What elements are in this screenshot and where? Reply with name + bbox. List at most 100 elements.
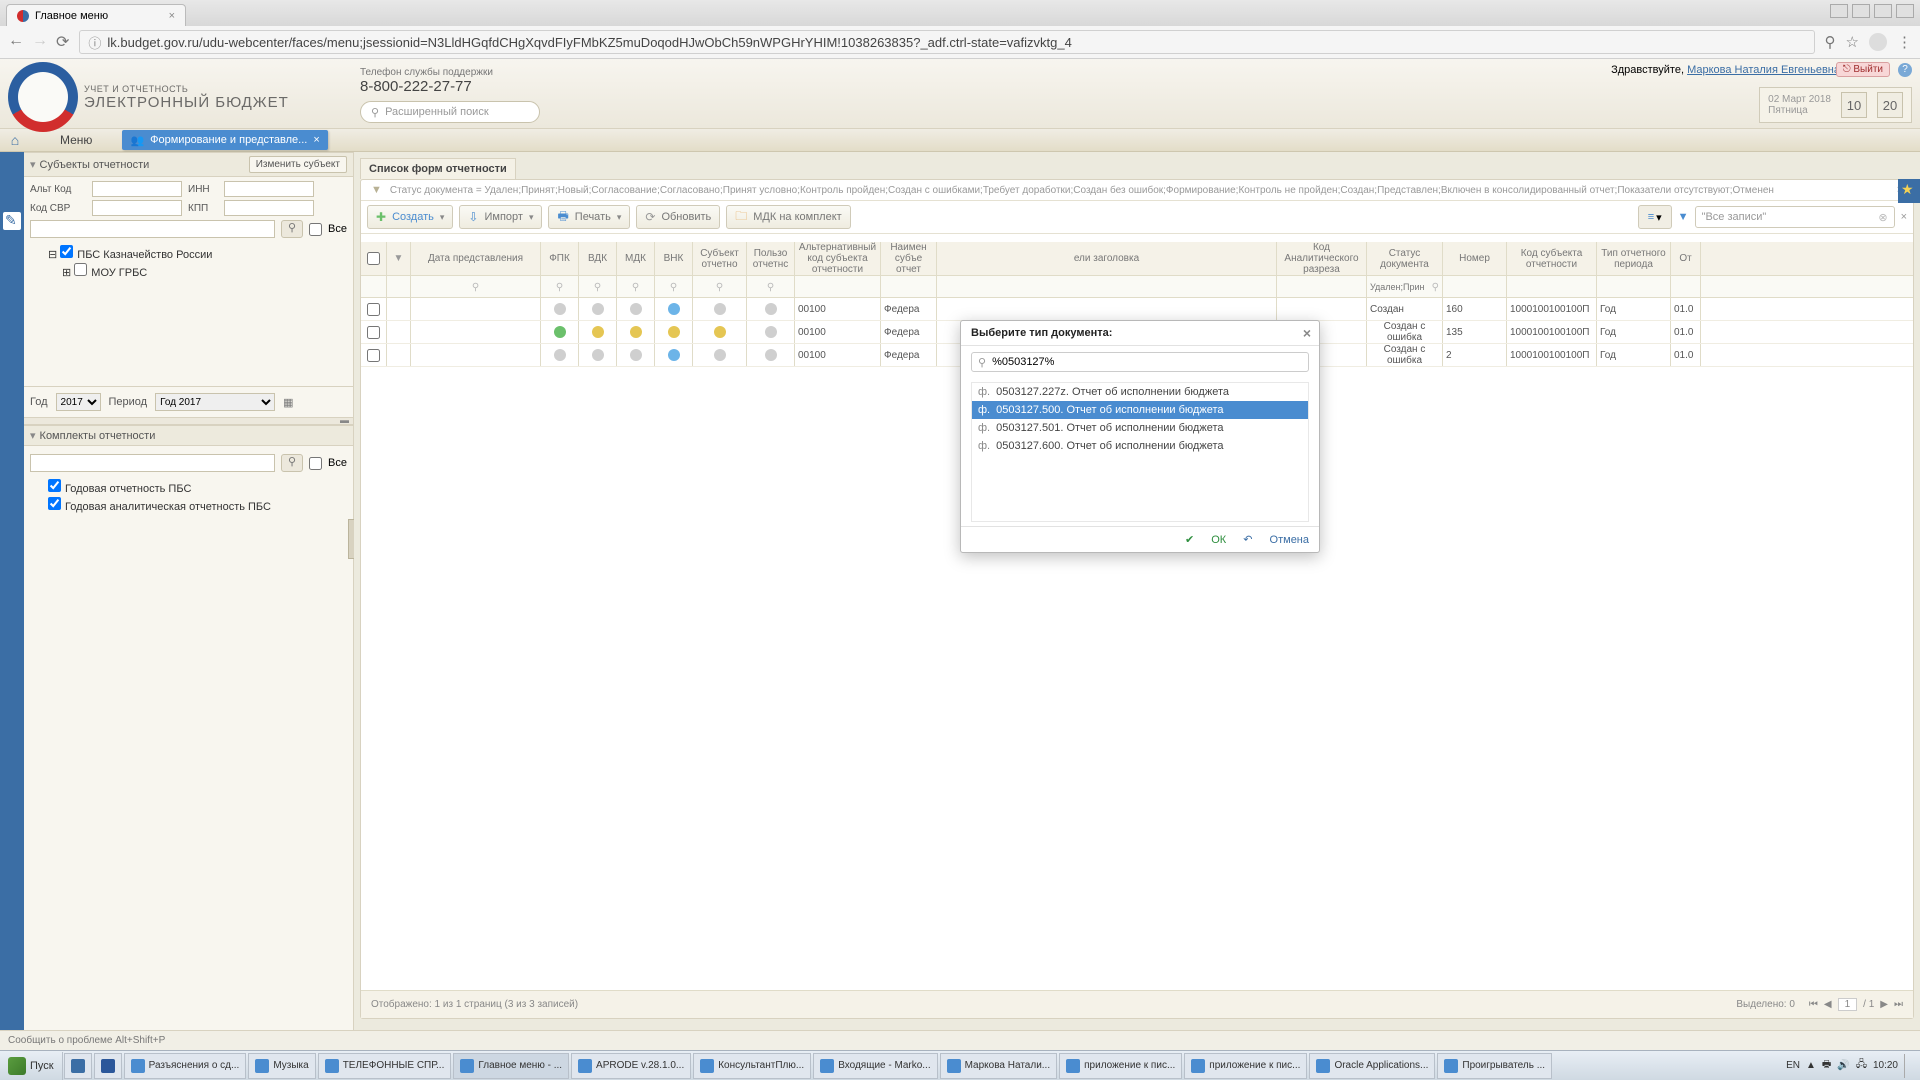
row-checkbox[interactable] (367, 303, 380, 316)
modal-list-item[interactable]: ф.0503127.600. Отчет об исполнении бюдже… (972, 437, 1308, 455)
col-mdk[interactable]: МДК (617, 242, 655, 275)
funnel-icon[interactable]: ▼ (371, 184, 382, 196)
taskbar-item[interactable]: Oracle Applications... (1309, 1053, 1435, 1079)
close-icon[interactable]: × (313, 134, 319, 146)
calendar-icon[interactable]: ▦ (283, 396, 293, 409)
taskbar-item[interactable]: APRODE v.28.1.0... (571, 1053, 691, 1079)
subjects-header[interactable]: ▾ Субъекты отчетности Изменить субъект (24, 152, 353, 177)
funnel-icon[interactable]: ▼ (1678, 211, 1689, 223)
tree-node[interactable]: ⊟ ПБС Казначейство России (34, 244, 343, 262)
taskbar-item[interactable]: Музыка (248, 1053, 315, 1079)
tree-node[interactable]: ⊞ МОУ ГРБС (34, 262, 343, 280)
col-naim[interactable]: Наимен субъе отчет (881, 242, 937, 275)
url-bar[interactable]: ⓘ lk.budget.gov.ru/udu-webcenter/faces/m… (79, 30, 1814, 54)
tray-icon[interactable]: 🖧 (1856, 1057, 1867, 1074)
col-tip[interactable]: Тип отчетного периода (1597, 242, 1671, 275)
edit-icon[interactable]: ✎ (3, 212, 21, 230)
report-problem[interactable]: Сообщить о проблеме Alt+Shift+P (8, 1035, 165, 1046)
first-page-icon[interactable]: ⏮ (1809, 999, 1818, 1010)
taskbar-item[interactable]: Маркова Натали... (940, 1053, 1058, 1079)
col-polzo[interactable]: Пользо отчетнс (747, 242, 795, 275)
profile-icon[interactable] (1869, 33, 1887, 51)
col-ot[interactable]: От (1671, 242, 1701, 275)
browser-tab[interactable]: Главное меню × (6, 4, 186, 26)
tree-checkbox[interactable] (60, 245, 73, 258)
kits-header[interactable]: ▾ Комплекты отчетности (24, 425, 353, 446)
bookmark-tab[interactable] (1898, 179, 1920, 203)
back-icon[interactable]: ← (8, 32, 24, 52)
col-fpk[interactable]: ФПК (541, 242, 579, 275)
kits-search-input[interactable] (30, 454, 275, 472)
taskbar-quicklaunch[interactable] (94, 1053, 122, 1079)
change-subject-button[interactable]: Изменить субъект (249, 156, 347, 173)
logout-button[interactable]: ⎋ Выйти (1836, 62, 1890, 77)
all-subjects-checkbox[interactable] (309, 223, 322, 236)
import-button[interactable]: ⇩Импорт▾ (459, 205, 542, 229)
create-button[interactable]: ✚Создать▾ (367, 205, 453, 229)
maximize-icon[interactable] (1874, 4, 1892, 18)
subjects-search-input[interactable] (30, 220, 275, 238)
mdk-button[interactable]: 🗀МДК на комплект (726, 205, 850, 229)
user-icon[interactable] (1830, 4, 1848, 18)
modal-list-item[interactable]: ф.0503127.501. Отчет об исполнении бюдже… (972, 419, 1308, 437)
kpp-input[interactable] (224, 200, 314, 216)
tab-forming[interactable]: 👥 Формирование и представле... × (122, 130, 327, 150)
ok-button[interactable]: ✔ ОК (1185, 534, 1226, 546)
next-page-icon[interactable]: ▶ (1880, 999, 1888, 1010)
close-icon[interactable]: × (1303, 325, 1311, 341)
col-vnk[interactable]: ВНК (655, 242, 693, 275)
reload-icon[interactable]: ⟳ (56, 32, 69, 52)
taskbar-item[interactable]: приложение к пис... (1059, 1053, 1182, 1079)
modal-search[interactable]: ⚲ %0503127% (971, 352, 1309, 372)
row-checkbox[interactable] (367, 326, 380, 339)
tray-icon[interactable]: ▲ (1806, 1060, 1816, 1071)
search-icon[interactable]: ⚲ (281, 220, 303, 238)
taskbar-item[interactable]: Входящие - Marko... (813, 1053, 937, 1079)
kit-item[interactable]: Годовая отчетность ПБС (34, 478, 343, 496)
start-button[interactable]: Пуск (0, 1052, 63, 1080)
col-anal[interactable]: Код Аналитического разреза (1277, 242, 1367, 275)
kit-item[interactable]: Годовая аналитическая отчетность ПБС (34, 496, 343, 514)
clock[interactable]: 10:20 (1873, 1060, 1898, 1071)
close-icon[interactable]: × (169, 10, 175, 22)
search-icon[interactable]: ⚲ (281, 454, 303, 472)
menu-nav[interactable]: Меню (30, 133, 122, 147)
advanced-search[interactable]: ⚲ Расширенный поиск (360, 101, 540, 123)
taskbar-item[interactable]: КонсультантПлю... (693, 1053, 811, 1079)
close-icon[interactable]: × (1901, 211, 1907, 223)
taskbar-item[interactable]: Главное меню - ... (453, 1053, 569, 1079)
cancel-button[interactable]: ↶ Отмена (1243, 534, 1309, 546)
tray-icon[interactable]: 🔊 (1837, 1060, 1849, 1071)
star-icon[interactable]: ☆ (1846, 33, 1859, 51)
year-select[interactable]: 2017 (56, 393, 101, 411)
modal-list-item[interactable]: ф.0503127.500. Отчет об исполнении бюдже… (972, 401, 1308, 419)
view-selector[interactable]: ≡▾ (1638, 205, 1672, 229)
help-icon[interactable]: ? (1898, 63, 1912, 77)
taskbar-item[interactable]: ТЕЛЕФОННЫЕ СПР... (318, 1053, 452, 1079)
menu-icon[interactable]: ⋮ (1897, 33, 1912, 51)
show-desktop[interactable] (1904, 1054, 1914, 1078)
col-date[interactable]: Дата представления (411, 242, 541, 275)
search-icon[interactable]: ⚲ (1825, 33, 1836, 51)
info-icon[interactable]: ⓘ (88, 33, 101, 52)
panel-splitter[interactable] (24, 417, 353, 425)
minimize-icon[interactable] (1852, 4, 1870, 18)
col-stat[interactable]: Статус документа (1367, 242, 1443, 275)
table-row[interactable]: 00100 Федера Создан 160 1000100100100П Г… (361, 298, 1913, 321)
refresh-button[interactable]: ⟳Обновить (636, 205, 720, 229)
all-kits-checkbox[interactable] (309, 457, 322, 470)
taskbar-item[interactable]: Проигрыватель ... (1437, 1053, 1552, 1079)
tray-icon[interactable]: 🖶 (1822, 1057, 1831, 1074)
col-kod[interactable]: Код субъекта отчетности (1507, 242, 1597, 275)
period-select[interactable]: Год 2017 (155, 393, 275, 411)
forward-icon[interactable]: → (32, 32, 48, 52)
print-button[interactable]: 🖶Печать▾ (548, 205, 630, 229)
filter-icon[interactable]: ▼ (387, 242, 411, 275)
col-num[interactable]: Номер (1443, 242, 1507, 275)
last-page-icon[interactable]: ⏭ (1894, 999, 1903, 1010)
taskbar-item[interactable]: Разъяснения о сд... (124, 1053, 247, 1079)
col-vdk[interactable]: ВДК (579, 242, 617, 275)
inn-input[interactable] (224, 181, 314, 197)
user-link[interactable]: Маркова Наталия Евгеньевна (1687, 64, 1840, 76)
taskbar-item[interactable]: приложение к пис... (1184, 1053, 1307, 1079)
